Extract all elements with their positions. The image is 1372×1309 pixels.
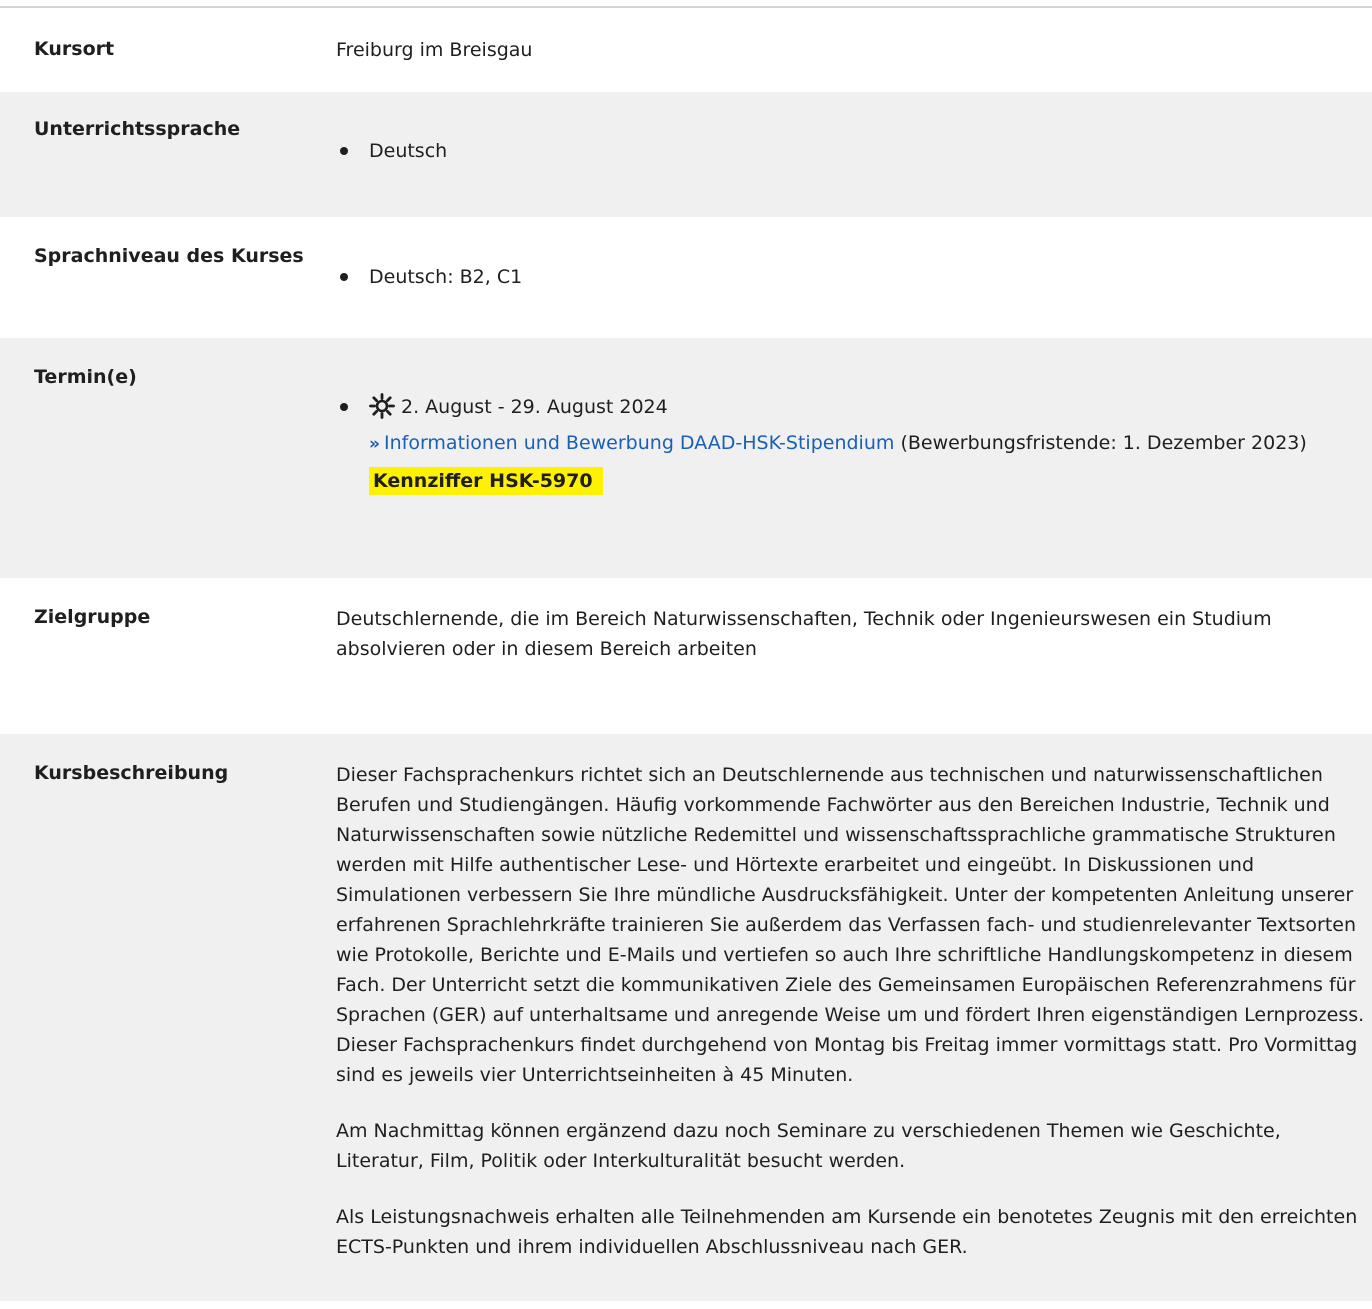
link-arrow-icon: » bbox=[369, 434, 380, 454]
row-sprachniveau: Sprachniveau des Kurses Deutsch: B2, C1 bbox=[0, 217, 1372, 338]
row-label: Unterrichtssprache bbox=[34, 118, 241, 140]
date-range: 2. August - 29. August 2024 bbox=[401, 396, 668, 418]
course-description: Dieser Fachsprachenkurs richtet sich an … bbox=[336, 760, 1372, 1301]
bullet-icon bbox=[340, 403, 348, 411]
row-label: Termin(e) bbox=[34, 366, 137, 388]
application-deadline: (Bewerbungsfristende: 1. Dezember 2023) bbox=[900, 432, 1307, 454]
list-item: Deutsch bbox=[336, 136, 1366, 166]
description-paragraph: Am Nachmittag können ergänzend dazu noch… bbox=[336, 1120, 1281, 1172]
row-kursbeschreibung: Kursbeschreibung Dieser Fachsprachenkurs… bbox=[0, 734, 1372, 1301]
bullet-icon bbox=[340, 147, 348, 155]
course-code-badge: Kennziffer HSK-5970 bbox=[369, 467, 603, 495]
row-unterrichtssprache: Unterrichtssprache Deutsch bbox=[0, 92, 1372, 217]
date-item: 2. August - 29. August 2024 » Information… bbox=[336, 392, 1366, 496]
sun-icon bbox=[369, 393, 395, 428]
bullet-icon bbox=[340, 273, 348, 281]
target-group: Deutschlernende, die im Bereich Naturwis… bbox=[336, 608, 1272, 660]
list-item-text: Deutsch: B2, C1 bbox=[369, 266, 523, 288]
row-termine: Termin(e) 2. August - 29. August 2024 » … bbox=[0, 338, 1372, 578]
teaching-language: Deutsch bbox=[336, 118, 1372, 217]
row-label: Kursbeschreibung bbox=[34, 762, 229, 784]
daad-scholarship-link[interactable]: » Informationen und Bewerbung DAAD-HSK-St… bbox=[369, 432, 894, 454]
description-paragraph: Als Leistungsnachweis erhalten alle Teil… bbox=[336, 1206, 1358, 1258]
list-item: Deutsch: B2, C1 bbox=[336, 262, 1366, 292]
link-text: Informationen und Bewerbung DAAD-HSK-Sti… bbox=[383, 432, 895, 454]
row-label: Sprachniveau des Kurses bbox=[34, 245, 304, 267]
row-kursort: Kursort Freiburg im Breisgau bbox=[0, 8, 1372, 92]
row-label: Zielgruppe bbox=[34, 606, 151, 628]
row-label: Kursort bbox=[34, 38, 115, 60]
list-item-text: Deutsch bbox=[369, 140, 448, 162]
description-paragraph: Dieser Fachsprachenkurs richtet sich an … bbox=[336, 764, 1365, 1086]
course-dates: 2. August - 29. August 2024 » Information… bbox=[336, 366, 1372, 578]
course-location: Freiburg im Breisgau bbox=[336, 39, 533, 61]
row-zielgruppe: Zielgruppe Deutschlernende, die im Berei… bbox=[0, 578, 1372, 734]
language-level: Deutsch: B2, C1 bbox=[336, 245, 1372, 338]
